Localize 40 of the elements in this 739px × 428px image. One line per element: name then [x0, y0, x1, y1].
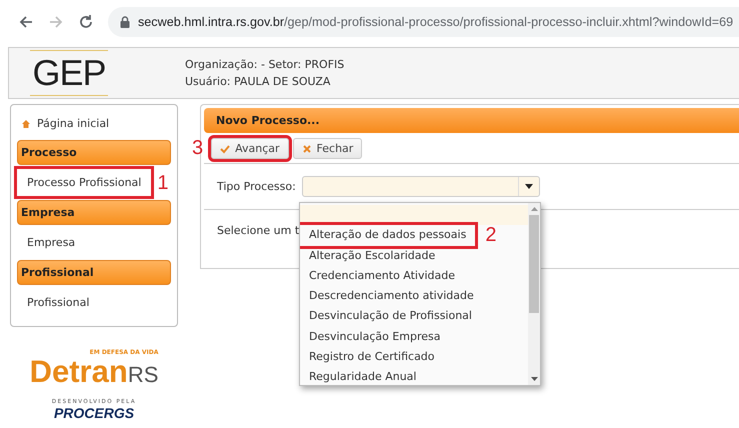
- dropdown-option[interactable]: Alteração Escolaridade: [300, 246, 444, 266]
- home-icon: [21, 118, 31, 128]
- menu-item[interactable]: Profissional: [17, 289, 100, 316]
- dropdown-option[interactable]: Descredenciamento atividade: [300, 286, 483, 306]
- menu-group-header[interactable]: Processo: [17, 140, 171, 165]
- menu-item[interactable]: Processo Profissional: [17, 169, 152, 196]
- home-link[interactable]: Página inicial: [37, 117, 110, 130]
- logo: GEP: [30, 50, 108, 96]
- back-icon[interactable]: [18, 14, 34, 30]
- close-button[interactable]: Fechar: [292, 138, 362, 159]
- panel-title: Novo Processo...: [204, 108, 739, 133]
- menu-group-header[interactable]: Profissional: [17, 260, 171, 285]
- user-info-text: Usuário: PAULA DE SOUZA: [185, 75, 332, 88]
- procergs-logo: PROCERGS: [54, 405, 134, 421]
- user-info-text: Organização: - Setor: PROFIS: [185, 58, 344, 71]
- step-number: 3: [192, 138, 204, 158]
- menu-item[interactable]: Empresa: [17, 229, 86, 256]
- instruction-text: Selecione um t: [217, 224, 300, 237]
- dropdown-option[interactable]: Desvinculação de Profissional: [300, 306, 481, 327]
- close-icon: [302, 144, 312, 154]
- dropdown-option[interactable]: Desvinculação Empresa: [300, 326, 450, 348]
- dropdown-arrow-icon: [524, 184, 533, 189]
- reload-icon[interactable]: [78, 14, 94, 30]
- dropdown-option[interactable]: Credenciamento Atividade: [300, 266, 464, 286]
- dropdown-option[interactable]: Regularidade Anual: [300, 367, 426, 385]
- scroll-up-icon[interactable]: [530, 207, 538, 211]
- field-label: Tipo Processo:: [217, 180, 296, 193]
- dropdown-option[interactable]: Registro de Certificado: [300, 347, 444, 368]
- menu-group-header[interactable]: Empresa: [17, 200, 171, 225]
- lock-icon: [120, 16, 130, 28]
- detran-logo: DetranRS: [30, 356, 158, 387]
- checkmark-icon: [220, 144, 230, 154]
- next-button[interactable]: Avançar: [211, 138, 289, 159]
- scrollbar[interactable]: [528, 203, 540, 385]
- step-number: 2: [485, 225, 496, 246]
- address-bar[interactable]: secweb.hml.intra.rs.gov.br/gep/mod-profissional-processo/profissional-processo-incluir.xhtml?windowId=69: [108, 7, 739, 37]
- url-text: secweb.hml.intra.rs.gov.br/gep/mod-profissional-processo/profissional-processo-incluir.xhtml?windowId=69: [138, 15, 734, 29]
- dropdown-option[interactable]: Alteração de dados pessoais: [300, 225, 476, 246]
- step-number: 1: [157, 172, 168, 192]
- scroll-down-icon[interactable]: [530, 377, 538, 381]
